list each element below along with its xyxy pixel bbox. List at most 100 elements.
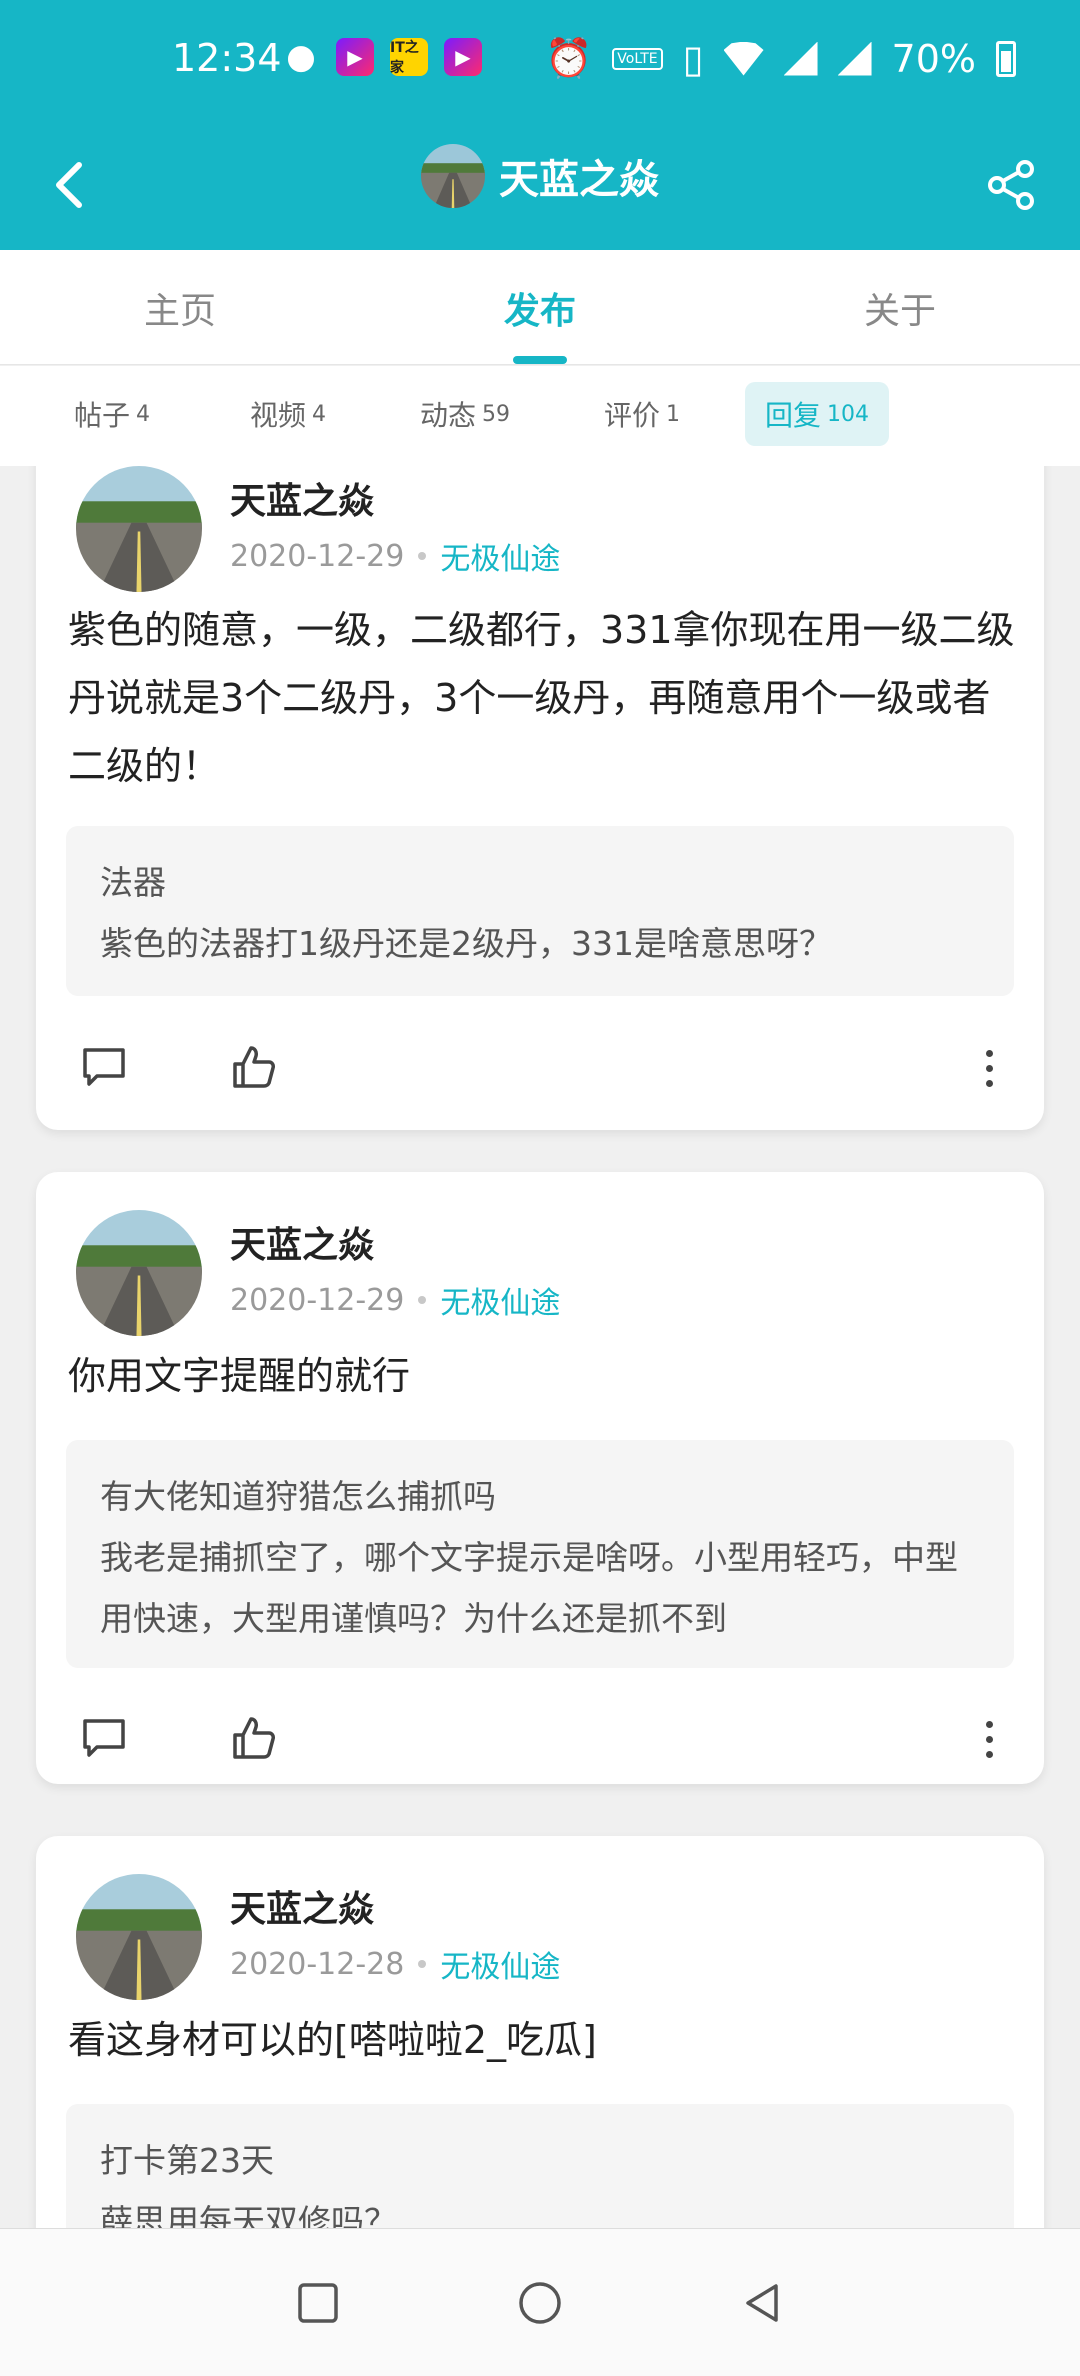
system-nav-bar xyxy=(0,2228,1080,2376)
header-avatar xyxy=(421,144,485,208)
subtab-label: 帖子 xyxy=(74,399,131,432)
post-meta: 2020-12-29 无极仙途 xyxy=(230,1278,560,1322)
post-meta: 2020-12-28 无极仙途 xyxy=(230,1942,560,1986)
avatar[interactable] xyxy=(76,1210,202,1336)
quoted-post[interactable]: 法器 紫色的法器打1级丹还是2级丹，331是啥意思呀？ xyxy=(66,826,1014,996)
video-app-icon-2: ▶ xyxy=(444,38,482,76)
subtab-replies[interactable]: 回复 104 xyxy=(745,382,890,446)
recents-button[interactable] xyxy=(288,2273,348,2333)
more-button[interactable] xyxy=(974,1712,1004,1766)
quoted-post[interactable]: 打卡第23天 薛思用每天双修吗？ xyxy=(66,2104,1014,2228)
vibrate-icon: ▯ xyxy=(682,36,704,81)
subtab-count: 104 xyxy=(827,401,870,427)
battery-percent: 70% xyxy=(891,36,976,81)
recents-icon xyxy=(298,2283,338,2323)
subtab-count: 4 xyxy=(136,401,151,427)
separator-dot xyxy=(418,1960,427,1968)
comment-button[interactable] xyxy=(76,1039,132,1095)
sub-tabs: 帖子 4 视频 4 动态 59 评价 1 回复 104 xyxy=(0,366,1080,466)
comment-button[interactable] xyxy=(76,1710,132,1766)
news-app-icon: IT之家 xyxy=(390,38,428,76)
battery-icon xyxy=(996,40,1016,77)
subtab-moments[interactable]: 动态 59 xyxy=(400,382,530,446)
subtab-videos[interactable]: 视频 4 xyxy=(230,382,346,446)
post-meta: 2020-12-29 无极仙途 xyxy=(230,534,560,578)
reply-card[interactable]: 天蓝之焱 2020-12-28 无极仙途 看这身材可以的[嗒啦啦2_吃瓜] 打卡第… xyxy=(36,1836,1044,2228)
alarm-icon: ⏰ xyxy=(544,36,593,80)
system-status: ⏰ VoLTE ▯ 70% xyxy=(545,36,1016,81)
header-title: 天蓝之焱 xyxy=(499,157,659,203)
post-date: 2020-12-28 xyxy=(230,1946,405,1982)
profile-title: 天蓝之焱 xyxy=(0,144,1080,208)
home-button[interactable] xyxy=(510,2273,570,2333)
status-time: 12:34 xyxy=(172,36,282,80)
status-bar: 12:34 ● ▶ IT之家 ▶ ⏰ VoLTE ▯ 70% xyxy=(0,0,1080,120)
reply-card[interactable]: 天蓝之焱 2020-12-29 无极仙途 紫色的随意，一级，二级都行，331拿你现… xyxy=(36,466,1044,1130)
comment-icon xyxy=(83,1719,125,1757)
quoted-title: 法器 xyxy=(100,863,166,902)
subtab-count: 4 xyxy=(312,401,327,427)
tab-about[interactable]: 关于 xyxy=(800,282,1000,334)
quoted-title: 有大佬知道狩猎怎么捕抓吗 xyxy=(100,1477,496,1516)
author-name[interactable]: 天蓝之焱 xyxy=(230,472,374,524)
reply-card[interactable]: 天蓝之焱 2020-12-29 无极仙途 你用文字提醒的就行 有大佬知道狩猎怎么捕… xyxy=(36,1172,1044,1784)
reply-content: 紫色的随意，一级，二级都行，331拿你现在用一级二级丹说就是3个二级丹，3个一级… xyxy=(68,608,1015,788)
subtab-label: 回复 xyxy=(765,399,822,432)
share-button[interactable] xyxy=(976,150,1046,220)
thumbs-up-icon xyxy=(233,1046,275,1088)
game-link[interactable]: 无极仙途 xyxy=(440,1942,560,1986)
thumbs-up-icon xyxy=(233,1717,275,1759)
subtab-reviews[interactable]: 评价 1 xyxy=(584,382,700,446)
app-header: 天蓝之焱 xyxy=(0,120,1080,250)
main-tabs: 主页 发布 关于 xyxy=(0,250,1080,365)
subtab-threads[interactable]: 帖子 4 xyxy=(54,382,170,446)
subtab-label: 动态 xyxy=(420,399,477,432)
subtab-count: 1 xyxy=(666,401,681,427)
more-button[interactable] xyxy=(974,1041,1004,1095)
signal-icon xyxy=(783,41,818,76)
volte-icon: VoLTE xyxy=(612,47,663,70)
quoted-post[interactable]: 有大佬知道狩猎怎么捕抓吗 我老是捕抓空了，哪个文字提示是啥呀。小型用轻巧，中型用… xyxy=(66,1440,1014,1668)
post-date: 2020-12-29 xyxy=(230,1282,405,1318)
road-avatar-image xyxy=(76,466,202,592)
comment-icon xyxy=(83,1048,125,1086)
quoted-text: 紫色的法器打1级丹还是2级丹，331是啥意思呀？ xyxy=(100,924,832,963)
card-actions xyxy=(76,1710,1014,1770)
quoted-title: 打卡第23天 xyxy=(100,2141,274,2180)
quoted-text: 我老是捕抓空了，哪个文字提示是啥呀。小型用轻巧，中型用快速，大型用谨慎吗？为什么… xyxy=(100,1538,958,1638)
notification-icons: ● ▶ IT之家 ▶ xyxy=(282,37,482,77)
tab-home[interactable]: 主页 xyxy=(80,282,280,334)
reply-feed[interactable]: 天蓝之焱 2020-12-29 无极仙途 紫色的随意，一级，二级都行，331拿你现… xyxy=(0,466,1080,2228)
back-nav-button[interactable] xyxy=(732,2273,792,2333)
reply-content: 看这身材可以的[嗒啦啦2_吃瓜] xyxy=(68,2018,597,2062)
share-icon xyxy=(988,160,1034,210)
video-app-icon: ▶ xyxy=(336,38,374,76)
back-triangle-icon xyxy=(746,2284,778,2322)
avatar[interactable] xyxy=(76,1874,202,2000)
reply-content: 你用文字提醒的就行 xyxy=(68,1354,411,1398)
home-circle-icon xyxy=(519,2282,561,2324)
globe-icon: ● xyxy=(286,37,316,77)
author-name[interactable]: 天蓝之焱 xyxy=(230,1880,374,1932)
tab-posts[interactable]: 发布 xyxy=(440,282,640,334)
road-avatar-image xyxy=(76,1210,202,1336)
post-date: 2020-12-29 xyxy=(230,538,405,574)
card-actions xyxy=(76,1039,1014,1099)
road-avatar-image xyxy=(76,1874,202,2000)
tab-indicator xyxy=(513,356,567,364)
signal-icon-2 xyxy=(837,41,872,76)
game-link[interactable]: 无极仙途 xyxy=(440,534,560,578)
subtab-count: 59 xyxy=(482,401,511,427)
like-button[interactable] xyxy=(226,1039,282,1095)
author-name[interactable]: 天蓝之焱 xyxy=(230,1216,374,1268)
separator-dot xyxy=(418,552,427,560)
quoted-text: 薛思用每天双修吗？ xyxy=(100,2202,397,2228)
game-link[interactable]: 无极仙途 xyxy=(440,1278,560,1322)
separator-dot xyxy=(418,1296,427,1304)
subtab-label: 评价 xyxy=(604,399,661,432)
wifi-icon xyxy=(723,41,764,76)
subtab-label: 视频 xyxy=(250,399,307,432)
avatar[interactable] xyxy=(76,466,202,592)
road-avatar-image xyxy=(421,144,485,208)
like-button[interactable] xyxy=(226,1710,282,1766)
